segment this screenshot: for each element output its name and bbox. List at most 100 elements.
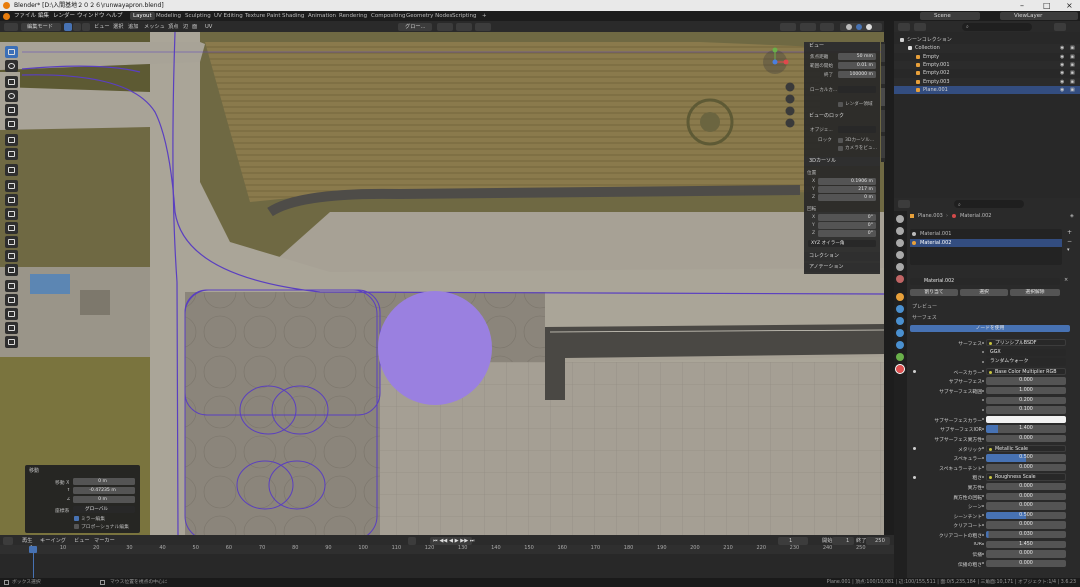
prop-field-subsurface[interactable]: 0.000 <box>986 377 1066 385</box>
material-slot-2[interactable]: Material.002 <box>920 240 951 246</box>
filter-icon[interactable] <box>1054 22 1066 31</box>
remove-slot-icon[interactable]: − <box>1067 238 1072 245</box>
timeline-menu-marker[interactable]: マーカー <box>94 537 115 545</box>
object-breadcrumb[interactable]: Plane.003 <box>918 213 943 219</box>
prop-field-subsurface-radius-0[interactable]: 1.000 <box>986 387 1066 395</box>
expand-input-icon[interactable] <box>913 475 916 479</box>
timeline-menu-view[interactable]: ビュー <box>74 537 90 545</box>
use-nodes-button[interactable]: ノードを使用 <box>910 325 1070 333</box>
3d-viewport[interactable] <box>0 32 884 535</box>
workspace-tab-sculpting[interactable]: Sculpting <box>182 12 214 20</box>
outliner-row[interactable]: Empty.001 ◉ ▣ <box>894 60 1080 70</box>
prop-field-transmission-rough[interactable]: 0.000 <box>986 559 1066 568</box>
lock-3d-cursor-checkbox[interactable] <box>838 138 843 143</box>
blender-menu-icon[interactable] <box>3 12 10 20</box>
tab-gltf[interactable] <box>881 136 885 158</box>
prop-field-clearcoat-rough[interactable]: 0.030 <box>986 531 1066 539</box>
smooth-tool-icon[interactable] <box>5 280 18 292</box>
timeline-ruler[interactable]: 1102030405060708090100110120130140150160… <box>0 545 894 554</box>
rotate-tool-icon[interactable] <box>5 90 18 102</box>
select-button[interactable]: 選択 <box>960 289 1008 297</box>
timeline-menu-keying[interactable]: キーイング <box>40 537 66 545</box>
shrink-fatten-tool-icon[interactable] <box>5 308 18 320</box>
viewport-menu-view[interactable]: ビュー <box>94 23 110 31</box>
loop-cut-tool-icon[interactable] <box>5 222 18 234</box>
view-layer-tab-icon[interactable] <box>896 251 904 259</box>
3d-cursor-header[interactable]: 3Dカーソル <box>804 157 880 166</box>
material-shading-icon[interactable] <box>866 24 872 30</box>
rotation-mode-dropdown[interactable]: XYZ オイラー角 <box>808 240 876 247</box>
tab-tool[interactable] <box>881 66 885 84</box>
move-tool-icon[interactable] <box>5 76 18 88</box>
current-frame-field[interactable] <box>778 536 808 545</box>
maximize-icon[interactable]: □ <box>1043 0 1051 11</box>
shear-tool-icon[interactable] <box>5 322 18 334</box>
outliner-row[interactable]: Empty.003 ◉ ▣ <box>894 77 1080 86</box>
cursor-y-field[interactable]: 217 m <box>818 186 876 193</box>
visibility-eye-icon[interactable]: ◉ <box>1060 61 1064 69</box>
record-icon[interactable] <box>408 536 416 545</box>
data-tab-icon[interactable] <box>896 353 904 361</box>
prop-field-roughness[interactable]: Roughness Scale <box>986 473 1066 481</box>
workspace-tab-uv-editing[interactable]: UV Editing <box>211 12 246 20</box>
playhead-marker[interactable] <box>29 546 37 553</box>
orientation-dropdown[interactable]: グローバル <box>73 506 135 513</box>
poly-build-tool-icon[interactable] <box>5 250 18 262</box>
workspace-tab-geometry-nodes[interactable]: Geometry Nodes <box>403 12 455 20</box>
material-name-field[interactable]: Material.002 <box>910 278 1060 286</box>
prop-field-base-color[interactable]: Base Color Multiplier RGB <box>986 367 1066 376</box>
unlink-material-icon[interactable]: × <box>1064 277 1068 283</box>
pivot-point-icon[interactable] <box>437 22 453 31</box>
viewport-menu-edge[interactable]: 辺 <box>183 23 188 31</box>
add-workspace-icon[interactable]: + <box>479 12 490 20</box>
prop-field-subsurface-color[interactable] <box>986 415 1066 424</box>
inset-tool-icon[interactable] <box>5 194 18 206</box>
menu-help[interactable]: ヘルプ <box>106 11 123 21</box>
tab-item[interactable] <box>881 44 885 62</box>
spin-tool-icon[interactable] <box>5 264 18 276</box>
assign-button[interactable]: 割り当て <box>910 289 958 297</box>
tool-tab-icon[interactable] <box>896 215 904 223</box>
minimize-icon[interactable]: – <box>1020 0 1024 11</box>
prop-field-subsurface-radius-1[interactable]: 0.200 <box>986 396 1066 404</box>
render-camera-icon[interactable]: ▣ <box>1070 78 1075 86</box>
workspace-tab-shading[interactable]: Shading <box>279 12 307 20</box>
cursor-rot-x-field[interactable]: 0° <box>818 214 876 221</box>
select-box-tool-icon[interactable] <box>5 46 18 58</box>
snap-icon[interactable] <box>456 22 472 31</box>
outliner-row[interactable]: Collection ◉ ▣ <box>894 44 1080 53</box>
edge-select-icon[interactable] <box>73 22 81 31</box>
prop-field-metallic[interactable]: Metallic Scale <box>986 444 1066 452</box>
viewport-menu-add[interactable]: 追加 <box>128 23 138 31</box>
menu-edit[interactable]: 編集 <box>38 11 49 21</box>
render-camera-icon[interactable]: ▣ <box>1070 61 1075 69</box>
move-y-field[interactable]: -0.47235 m <box>73 487 135 494</box>
pin-icon[interactable]: ◈ <box>1070 213 1074 219</box>
render-camera-icon[interactable]: ▣ <box>1070 86 1075 94</box>
visibility-eye-icon[interactable]: ◉ <box>1060 53 1064 61</box>
prop-field-sheen[interactable]: 0.000 <box>986 502 1066 510</box>
prop-field-subsurface-ior[interactable]: 1.400 <box>986 425 1066 433</box>
material-breadcrumb[interactable]: Material.002 <box>960 213 991 219</box>
clip-end-field[interactable]: 100000 m <box>838 71 876 78</box>
timeline-menu-playback[interactable]: 再生 <box>22 537 32 545</box>
workspace-tab-modeling[interactable]: Modeling <box>153 12 184 20</box>
move-x-field[interactable]: 0 m <box>73 478 135 485</box>
output-tab-icon[interactable] <box>896 239 904 247</box>
viewport-menu-vertex[interactable]: 頂点 <box>168 23 178 31</box>
prop-field-subsurface-method[interactable]: ランダムウォーク <box>986 358 1066 366</box>
xray-toggle-icon[interactable] <box>820 22 834 31</box>
add-cube-tool-icon[interactable] <box>5 164 18 176</box>
viewport-menu-uv[interactable]: UV <box>205 23 212 31</box>
prop-field-surface-shader[interactable]: プリンシプルBSDF <box>986 339 1066 347</box>
prop-field-ior[interactable]: 1.450 <box>986 540 1066 548</box>
constraints-tab-icon[interactable] <box>896 341 904 349</box>
tab-measureit[interactable] <box>881 110 885 132</box>
cursor-rot-y-field[interactable]: 0° <box>818 222 876 229</box>
particles-tab-icon[interactable] <box>896 317 904 325</box>
prop-field-anisotropic[interactable]: 0.000 <box>986 483 1066 491</box>
proportional-edit-icon[interactable] <box>475 22 491 31</box>
workspace-tab-texture-paint[interactable]: Texture Paint <box>242 12 284 20</box>
mirror-edit-checkbox[interactable] <box>74 516 79 521</box>
cursor-x-field[interactable]: 0.1906 m <box>818 178 876 185</box>
